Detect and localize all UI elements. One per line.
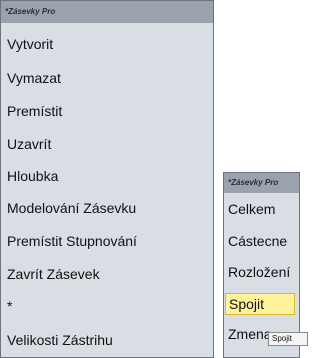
sub-menu: *Zásevky Pro Celkem Cástecne Rozložení S… [223,172,300,358]
submenu-item-celkem[interactable]: Celkem [224,198,299,220]
menu-item-hloubka[interactable]: Hloubka [1,165,213,187]
menu-item-separator-star[interactable]: * [1,295,213,317]
submenu-item-spojit[interactable]: Spojit [225,293,295,315]
menu-item-premistit-stupnovani[interactable]: Premístit Stupnování [1,230,213,252]
submenu-item-rozlozeni[interactable]: Rozložení [224,261,299,283]
menu-item-vytvorit[interactable]: Vytvorit [1,33,213,55]
menu-item-zavrit-zasevek[interactable]: Zavrít Zásevek [1,263,213,285]
menu-item-velikosti-zastrihu[interactable]: Velikosti Zástrihu [1,329,213,351]
sub-menu-header: *Zásevky Pro [224,173,299,193]
menu-item-uzavrit[interactable]: Uzavrít [1,133,213,155]
submenu-item-castecne[interactable]: Cástecne [224,230,299,252]
menu-gap [214,172,223,358]
tooltip: Spojit [268,332,308,346]
menu-item-modelovani-zasevku[interactable]: Modelování Zásevku [1,197,213,219]
main-menu: *Zásevky Pro Vytvorit Vymazat Premístit … [0,0,214,358]
menu-item-premistit[interactable]: Premístit [1,100,213,122]
main-menu-header: *Zásevky Pro [1,1,213,23]
menu-item-vymazat[interactable]: Vymazat [1,67,213,89]
